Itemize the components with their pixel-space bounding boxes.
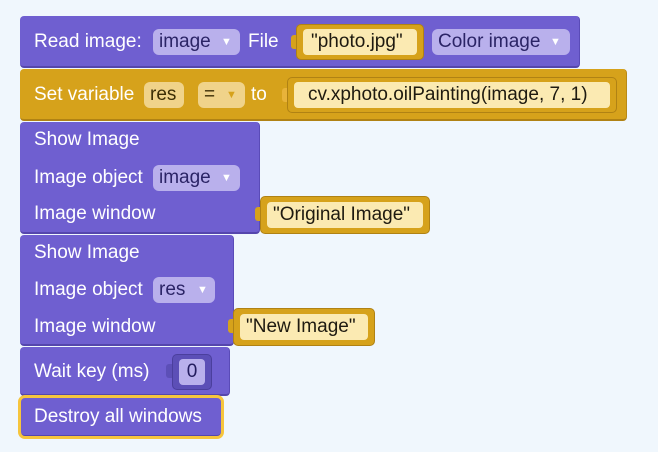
wait-key-label: Wait key (ms) — [34, 361, 150, 382]
window-string-input-2[interactable]: "New Image" — [240, 314, 368, 340]
window-string-block-2[interactable]: "New Image" — [233, 308, 375, 346]
read-image-label: Read image: — [34, 31, 142, 52]
read-mode-value: Color image — [438, 31, 541, 52]
image-object-label: Image object — [34, 279, 143, 300]
set-variable-block[interactable]: Set variable res = ▼ to cv.xphoto.oilPai… — [20, 69, 627, 121]
window-string-input-1[interactable]: "Original Image" — [267, 202, 423, 228]
set-variable-var-dropdown[interactable]: res — [144, 82, 184, 108]
chevron-down-icon: ▼ — [221, 36, 232, 48]
show-image-block-2[interactable]: Show Image Image object res ▼ Image wind… — [20, 235, 234, 346]
wait-number-block[interactable]: 0 — [172, 354, 212, 390]
image-object-value: res — [159, 279, 186, 300]
expression-input[interactable]: cv.xphoto.oilPainting(image, 7, 1) — [294, 82, 610, 108]
chevron-down-icon: ▼ — [197, 284, 208, 296]
destroy-windows-label: Destroy all windows — [34, 406, 202, 427]
read-image-var-value: image — [159, 31, 211, 52]
show-image-title: Show Image — [34, 242, 140, 263]
to-label: to — [251, 84, 267, 105]
image-object-dropdown[interactable]: image ▼ — [153, 165, 240, 191]
chevron-down-icon: ▼ — [221, 172, 232, 184]
operator-value: = — [204, 84, 216, 105]
chevron-down-icon: ▼ — [550, 36, 561, 48]
image-window-label: Image window — [34, 316, 156, 337]
image-object-value: image — [159, 167, 211, 188]
chevron-down-icon: ▼ — [226, 89, 237, 101]
file-string-input[interactable]: "photo.jpg" — [303, 29, 417, 55]
wait-key-block[interactable]: Wait key (ms) 0 — [20, 347, 230, 396]
wait-number-input[interactable]: 0 — [179, 359, 205, 385]
file-string-block[interactable]: "photo.jpg" — [296, 24, 424, 60]
image-object-dropdown[interactable]: res ▼ — [153, 277, 215, 303]
expression-block[interactable]: cv.xphoto.oilPainting(image, 7, 1) — [287, 77, 617, 113]
read-image-block[interactable]: Read image: image ▼ File "photo.jpg" Col… — [20, 16, 580, 68]
set-variable-var-value: res — [150, 84, 177, 105]
show-image-title: Show Image — [34, 129, 140, 150]
window-string-block-1[interactable]: "Original Image" — [260, 196, 430, 234]
operator-dropdown[interactable]: = ▼ — [198, 82, 245, 108]
read-image-var-dropdown[interactable]: image ▼ — [153, 29, 240, 55]
read-image-file-label: File — [248, 31, 279, 52]
image-object-label: Image object — [34, 167, 143, 188]
show-image-block-1[interactable]: Show Image Image object image ▼ Image wi… — [20, 122, 260, 234]
read-mode-dropdown[interactable]: Color image ▼ — [432, 29, 570, 55]
set-variable-label: Set variable — [34, 84, 135, 105]
image-window-label: Image window — [34, 203, 156, 224]
destroy-windows-block[interactable]: Destroy all windows — [18, 395, 224, 439]
